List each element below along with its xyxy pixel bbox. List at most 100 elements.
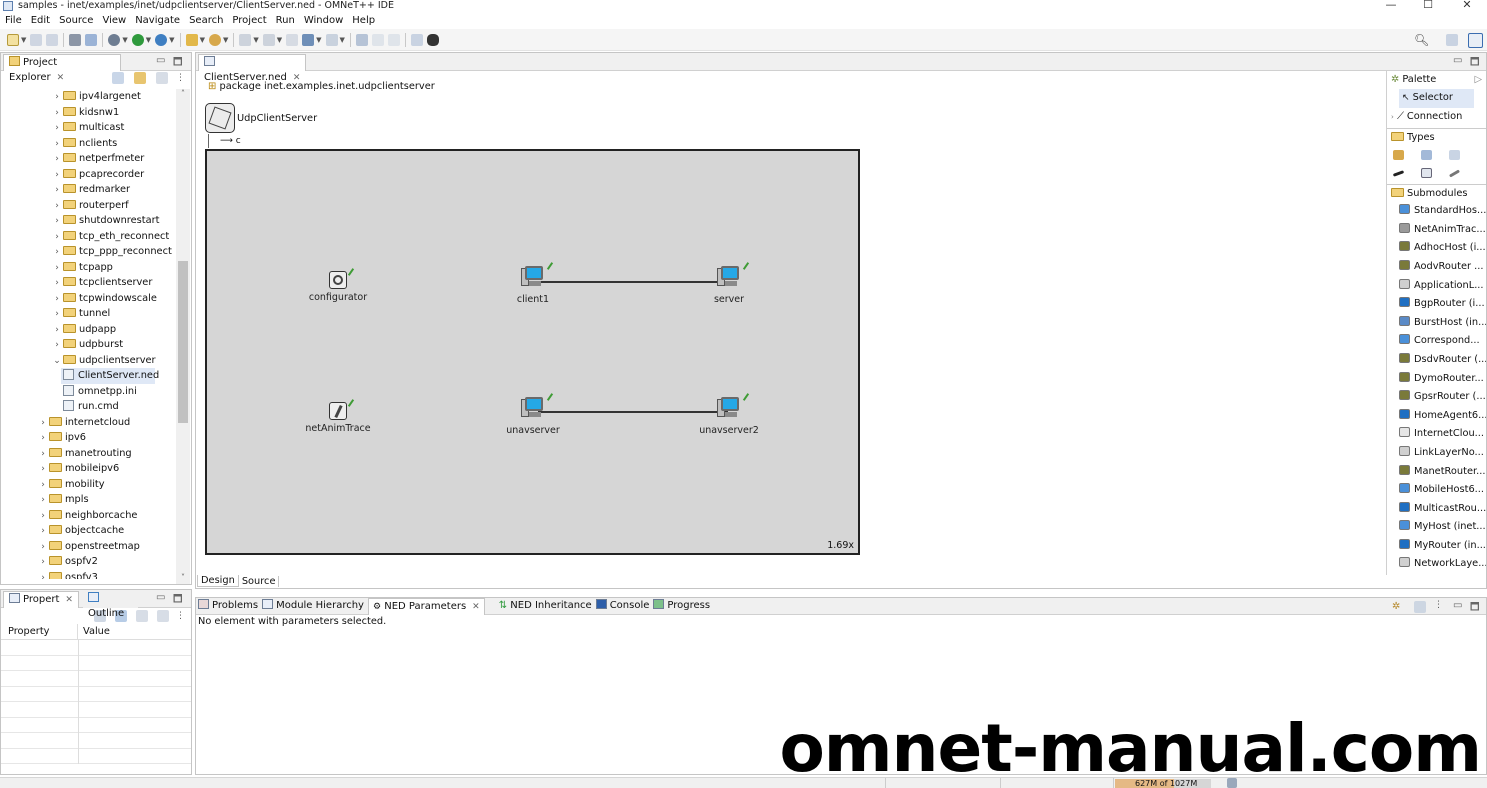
chevron-right-icon[interactable]: › bbox=[51, 323, 63, 339]
chevron-right-icon[interactable]: › bbox=[51, 338, 63, 354]
menu-run[interactable]: Run bbox=[276, 13, 295, 29]
view-menu-icon[interactable]: ⋮ bbox=[1434, 600, 1443, 610]
menu-file[interactable]: File bbox=[5, 13, 22, 29]
tree-folder[interactable]: › tunnel bbox=[1, 306, 175, 322]
print-icon[interactable] bbox=[69, 33, 82, 46]
save-all-icon[interactable] bbox=[46, 33, 59, 46]
chevron-right-icon[interactable]: › bbox=[37, 524, 49, 540]
node-configurator[interactable]: configurator bbox=[302, 268, 374, 303]
link-client1-server[interactable] bbox=[538, 281, 728, 283]
tab-project-explorer[interactable]: Project Explorer ✕ bbox=[3, 54, 121, 83]
network-name[interactable]: UdpClientServer bbox=[237, 113, 317, 124]
chevron-right-icon[interactable]: › bbox=[37, 431, 49, 447]
tab-progress[interactable]: Progress bbox=[653, 598, 710, 614]
palette-submodule-item[interactable]: MulticastRou... bbox=[1387, 500, 1486, 519]
node-server[interactable]: server bbox=[703, 262, 755, 305]
chevron-right-icon[interactable]: › bbox=[51, 230, 63, 246]
tab-outline[interactable]: Outline bbox=[83, 591, 138, 619]
tree-folder[interactable]: › tcp_ppp_reconnect bbox=[1, 244, 175, 260]
filter-params-icon[interactable]: ✲ bbox=[1392, 601, 1400, 612]
tab-source[interactable]: Source bbox=[239, 575, 280, 587]
profile-icon[interactable] bbox=[155, 33, 168, 46]
chevron-right-icon[interactable]: › bbox=[51, 261, 63, 277]
tree-folder[interactable]: › udpburst bbox=[1, 337, 175, 353]
menu-search[interactable]: Search bbox=[189, 13, 223, 29]
chevron-down-icon[interactable]: ⌄ bbox=[51, 354, 63, 370]
palette-submodule-item[interactable]: ManetRouter... bbox=[1387, 463, 1486, 482]
minimize-icon[interactable]: ▭ bbox=[1453, 55, 1462, 66]
minimize-icon[interactable]: ▭ bbox=[156, 55, 165, 66]
chevron-right-icon[interactable]: › bbox=[51, 121, 63, 137]
tab-design[interactable]: Design bbox=[197, 575, 239, 587]
tree-folder[interactable]: › mobileipv6 bbox=[1, 461, 175, 477]
view-menu-icon[interactable]: ⋮ bbox=[176, 73, 185, 83]
chevron-right-icon[interactable]: › bbox=[37, 416, 49, 432]
link-editor-icon[interactable] bbox=[134, 72, 146, 84]
tree-folder[interactable]: › neighborcache bbox=[1, 508, 175, 524]
minimize-icon[interactable]: ▭ bbox=[156, 592, 165, 603]
menu-project[interactable]: Project bbox=[232, 13, 266, 29]
chevron-right-icon[interactable]: › bbox=[51, 276, 63, 292]
palette-submodule-item[interactable]: NetworkLaye... bbox=[1387, 555, 1486, 574]
palette-submodule-item[interactable]: DymoRouter... bbox=[1387, 370, 1486, 389]
palette-submodule-item[interactable]: DsdvRouter (... bbox=[1387, 351, 1486, 370]
tree-folder[interactable]: › netperfmeter bbox=[1, 151, 175, 167]
maximize-icon[interactable]: 🗖︎ bbox=[173, 55, 183, 72]
menu-source[interactable]: Source bbox=[59, 13, 93, 29]
minimize-button[interactable]: — bbox=[1381, 0, 1401, 12]
tree-folder[interactable]: › mobility bbox=[1, 477, 175, 493]
tree-folder[interactable]: › mpls bbox=[1, 492, 175, 508]
open-ned-icon[interactable] bbox=[371, 33, 384, 46]
tree-folder[interactable]: › internetcloud bbox=[1, 415, 175, 431]
menu-window[interactable]: Window bbox=[304, 13, 343, 29]
collapse-all-icon[interactable] bbox=[112, 72, 124, 84]
chevron-right-icon[interactable]: › bbox=[37, 555, 49, 571]
close-icon[interactable]: ✕ bbox=[472, 602, 480, 612]
palette-submodule-item[interactable]: AdhocHost (i... bbox=[1387, 239, 1486, 258]
palette-submodule-item[interactable]: BgpRouter (i... bbox=[1387, 295, 1486, 314]
channel-interface-icon[interactable] bbox=[1448, 169, 1461, 178]
tree-folder[interactable]: › ospfv3 bbox=[1, 570, 175, 579]
chevron-right-icon[interactable]: › bbox=[37, 447, 49, 463]
close-icon[interactable]: ✕ bbox=[65, 595, 73, 605]
node-netanimtrace[interactable]: netAnimTrace bbox=[299, 399, 377, 434]
compound-module-icon[interactable] bbox=[1421, 150, 1432, 161]
node-unavserver2[interactable]: unavserver2 bbox=[693, 393, 765, 436]
palette-submodule-item[interactable]: MyRouter (in... bbox=[1387, 537, 1486, 556]
new-icon[interactable] bbox=[7, 33, 19, 46]
palette-connection[interactable]: › ⟋ Connection bbox=[1387, 108, 1486, 127]
tree-folder[interactable]: › tcpapp bbox=[1, 260, 175, 276]
tree-folder[interactable]: › multicast bbox=[1, 120, 175, 136]
palette-submodule-item[interactable]: MobileHost6... bbox=[1387, 481, 1486, 500]
menu-view[interactable]: View bbox=[102, 13, 126, 29]
tree-folder[interactable]: › kidsnw1 bbox=[1, 105, 175, 121]
chevron-right-icon[interactable]: › bbox=[37, 509, 49, 525]
maximize-button[interactable]: ☐ bbox=[1418, 0, 1438, 12]
open-perspective-icon[interactable] bbox=[1446, 34, 1458, 46]
chevron-right-icon[interactable]: › bbox=[51, 307, 63, 323]
tree-folder[interactable]: › udpapp bbox=[1, 322, 175, 338]
restore-default-icon[interactable] bbox=[157, 610, 169, 622]
menu-edit[interactable]: Edit bbox=[31, 13, 50, 29]
maximize-icon[interactable]: 🗖︎ bbox=[1470, 55, 1480, 72]
palette-submodule-item[interactable]: BurstHost (in... bbox=[1387, 314, 1486, 333]
chevron-right-icon[interactable]: › bbox=[37, 478, 49, 494]
palette-submodule-item[interactable]: Correspond... bbox=[1387, 332, 1486, 351]
close-button[interactable]: ✕ bbox=[1457, 0, 1477, 12]
tree-file[interactable]: ClientServer.ned bbox=[61, 368, 159, 384]
search-toolbar-icon[interactable] bbox=[239, 33, 252, 46]
palette-submodules-header[interactable]: Submodules bbox=[1387, 184, 1486, 202]
palette-selector[interactable]: ↖ Selector bbox=[1399, 89, 1474, 108]
palette-types-header[interactable]: Types bbox=[1387, 128, 1486, 146]
palette-submodule-item[interactable]: LinkLayerNo... bbox=[1387, 444, 1486, 463]
tab-console[interactable]: Console bbox=[595, 598, 649, 614]
filter-icon[interactable] bbox=[136, 610, 148, 622]
tree-folder[interactable]: › manetrouting bbox=[1, 446, 175, 462]
node-client1[interactable]: client1 bbox=[507, 262, 559, 305]
tab-clientserver-ned[interactable]: ClientServer.ned ✕ bbox=[198, 54, 306, 83]
properties-icon[interactable] bbox=[85, 33, 98, 46]
chevron-right-icon[interactable]: › bbox=[37, 462, 49, 478]
tree-file[interactable]: run.cmd bbox=[1, 399, 175, 415]
palette-submodule-item[interactable]: HomeAgent6... bbox=[1387, 407, 1486, 426]
scrollbar-thumb[interactable] bbox=[178, 261, 188, 423]
